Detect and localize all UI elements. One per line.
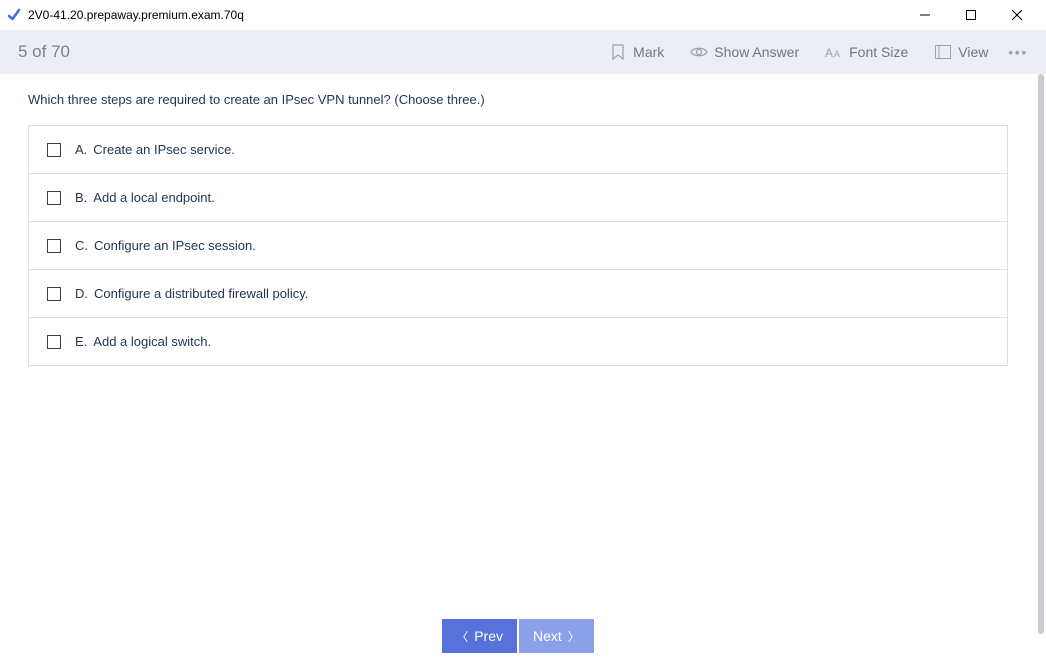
mark-label: Mark — [633, 44, 664, 60]
checkbox-b[interactable] — [47, 191, 61, 205]
view-icon — [934, 43, 952, 61]
prev-button[interactable]: 〈 Prev — [442, 619, 517, 653]
window-controls — [902, 0, 1040, 30]
next-button[interactable]: Next 〉 — [519, 619, 594, 653]
option-row-a[interactable]: A. Create an IPsec service. — [29, 126, 1007, 174]
options-box: A. Create an IPsec service. B. Add a loc… — [28, 125, 1008, 366]
eye-icon — [690, 43, 708, 61]
chevron-right-icon: 〉 — [568, 628, 580, 645]
maximize-button[interactable] — [948, 0, 994, 30]
option-text: Add a local endpoint. — [93, 190, 214, 205]
checkbox-a[interactable] — [47, 143, 61, 157]
footer-nav: 〈 Prev Next 〉 — [0, 619, 1036, 655]
app-icon — [6, 7, 22, 23]
option-row-b[interactable]: B. Add a local endpoint. — [29, 174, 1007, 222]
window-title: 2V0-41.20.prepaway.premium.exam.70q — [28, 8, 902, 22]
show-answer-label: Show Answer — [714, 44, 799, 60]
checkbox-c[interactable] — [47, 239, 61, 253]
mark-button[interactable]: Mark — [609, 43, 664, 61]
view-button[interactable]: View — [934, 43, 988, 61]
option-letter: A. — [75, 142, 87, 157]
checkbox-d[interactable] — [47, 287, 61, 301]
prev-label: Prev — [474, 628, 503, 644]
toolbar: 5 of 70 Mark Show Answer AA Font Size Vi… — [0, 30, 1046, 74]
svg-text:A: A — [834, 49, 840, 59]
option-text: Configure an IPsec session. — [94, 238, 256, 253]
scrollbar-thumb[interactable] — [1038, 74, 1044, 634]
option-letter: D. — [75, 286, 88, 301]
minimize-button[interactable] — [902, 0, 948, 30]
progress-text: 5 of 70 — [18, 42, 70, 62]
font-size-label: Font Size — [849, 44, 908, 60]
view-label: View — [958, 44, 988, 60]
close-button[interactable] — [994, 0, 1040, 30]
question-text: Which three steps are required to create… — [28, 92, 1008, 107]
font-size-button[interactable]: AA Font Size — [825, 43, 908, 61]
content-area: Which three steps are required to create… — [0, 74, 1036, 611]
more-button[interactable]: ••• — [1008, 45, 1028, 60]
show-answer-button[interactable]: Show Answer — [690, 43, 799, 61]
option-row-d[interactable]: D. Configure a distributed firewall poli… — [29, 270, 1007, 318]
option-row-e[interactable]: E. Add a logical switch. — [29, 318, 1007, 365]
bookmark-icon — [609, 43, 627, 61]
option-letter: E. — [75, 334, 87, 349]
scrollbar-track[interactable] — [1038, 74, 1044, 611]
next-label: Next — [533, 628, 562, 644]
option-row-c[interactable]: C. Configure an IPsec session. — [29, 222, 1007, 270]
option-text: Add a logical switch. — [93, 334, 211, 349]
chevron-left-icon: 〈 — [456, 628, 468, 645]
font-size-icon: AA — [825, 43, 843, 61]
checkbox-e[interactable] — [47, 335, 61, 349]
option-text: Create an IPsec service. — [93, 142, 235, 157]
title-bar: 2V0-41.20.prepaway.premium.exam.70q — [0, 0, 1046, 30]
option-letter: B. — [75, 190, 87, 205]
option-text: Configure a distributed firewall policy. — [94, 286, 308, 301]
svg-text:A: A — [825, 46, 833, 59]
option-letter: C. — [75, 238, 88, 253]
more-icon: ••• — [1008, 45, 1028, 60]
